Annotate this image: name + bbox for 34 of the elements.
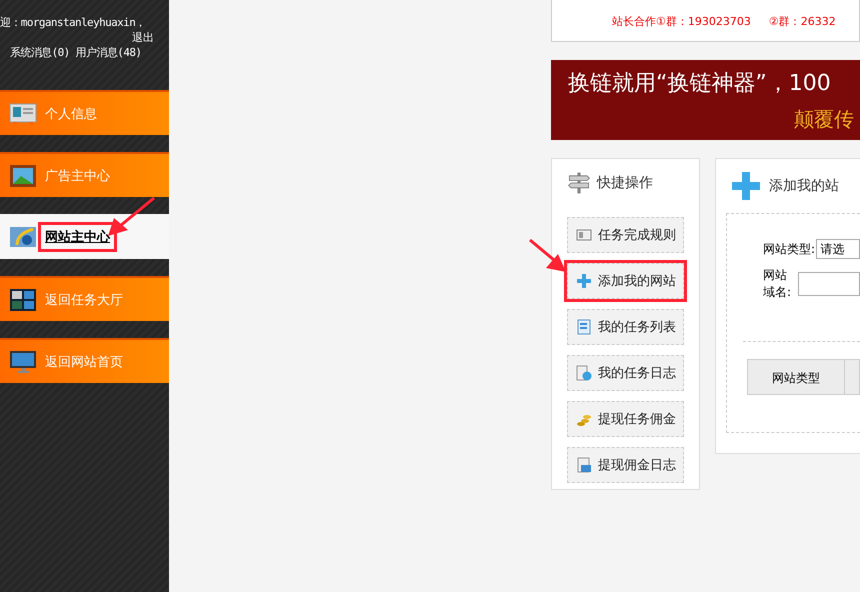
logout-link[interactable]: 退出 bbox=[132, 30, 154, 45]
banner[interactable]: 换链就用“换链神器”，100 颠覆传 bbox=[551, 60, 860, 140]
document-icon bbox=[576, 319, 592, 335]
welcome-text: 迎：morganstanleyhuaxin， bbox=[0, 15, 146, 30]
banner-subline: 颠覆传 bbox=[794, 106, 855, 133]
plus-icon bbox=[731, 171, 761, 201]
banner-headline: 换链就用“换链神器”，100 bbox=[568, 70, 832, 98]
signpost-icon bbox=[567, 170, 591, 196]
panel-title: 快捷操作 bbox=[597, 174, 653, 192]
clock-icon bbox=[576, 365, 592, 381]
column-header bbox=[845, 359, 860, 395]
field-label: 网站域名: bbox=[763, 267, 792, 301]
landscape-picture-icon bbox=[9, 164, 37, 188]
quick-action-button[interactable]: 添加我的网站 bbox=[567, 263, 684, 299]
monitor-icon bbox=[9, 350, 37, 374]
site-type-select[interactable]: 请选 bbox=[816, 239, 860, 259]
document-icon bbox=[576, 457, 592, 473]
quick-action-button[interactable]: 任务完成规则 bbox=[567, 217, 684, 253]
messages-link[interactable]: 系统消息(0) 用户消息(48) bbox=[0, 45, 169, 60]
window-grid-icon bbox=[9, 288, 37, 312]
domain-input[interactable] bbox=[798, 272, 860, 296]
plus-icon bbox=[576, 273, 592, 289]
panel-title: 添加我的站 bbox=[769, 177, 839, 195]
quick-action-button[interactable]: 提现佣金日志 bbox=[567, 447, 684, 483]
group-text: 站长合作①群：193023703 bbox=[612, 14, 751, 29]
quick-action-button[interactable]: 我的任务日志 bbox=[567, 355, 684, 391]
quick-action-button[interactable]: 提现任务佣金 bbox=[567, 401, 684, 437]
browser-icon bbox=[9, 224, 37, 248]
id-card-icon bbox=[9, 102, 37, 126]
quick-action-button[interactable]: 我的任务列表 bbox=[567, 309, 684, 345]
id-card-icon bbox=[576, 227, 592, 243]
field-label: 网站类型: bbox=[763, 240, 816, 258]
column-header: 网站类型 bbox=[747, 359, 845, 395]
group-text: ②群：26332 bbox=[768, 14, 836, 29]
